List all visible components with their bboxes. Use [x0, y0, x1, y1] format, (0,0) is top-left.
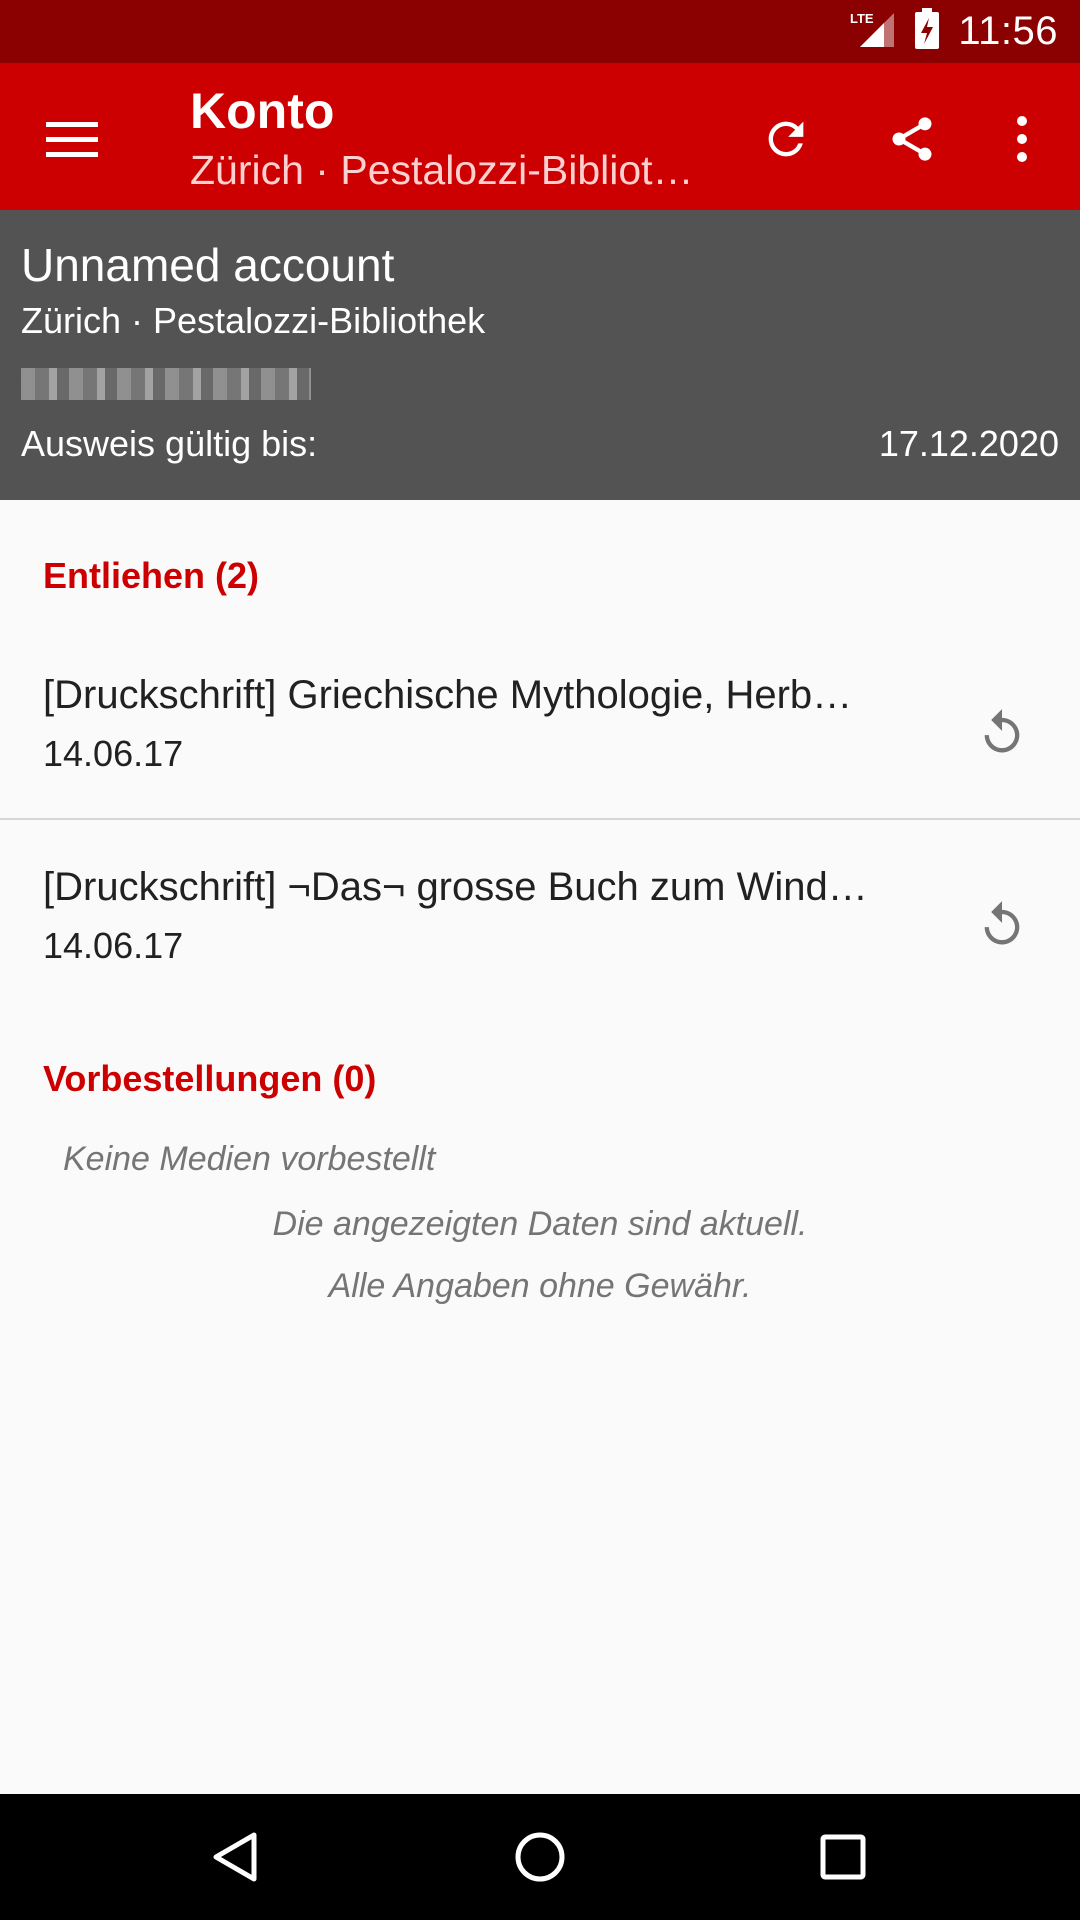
loan-due-date: 14.06.17: [43, 925, 184, 966]
renew-icon: [984, 901, 1020, 945]
renew-button[interactable]: [964, 695, 1040, 771]
account-number-blurred: [21, 368, 311, 400]
page-subtitle: Zürich · Pestalozzi-Bibliot…: [190, 147, 694, 193]
more-vert-icon: [1017, 116, 1027, 162]
system-nav-bar: [0, 1794, 1080, 1920]
renew-button[interactable]: [964, 887, 1040, 963]
lent-heading: Entliehen (2): [43, 555, 260, 596]
svg-text:LTE: LTE: [850, 11, 874, 26]
status-icons: LTE 11:56: [850, 0, 1058, 63]
status-bar: LTE 11:56: [0, 0, 1080, 63]
share-button[interactable]: [870, 97, 954, 181]
loan-title: [Druckschrift] ¬Das¬ grosse Buch zum Win…: [43, 865, 868, 909]
clock: 11:56: [958, 9, 1058, 53]
refresh-button[interactable]: [744, 97, 828, 181]
card-valid-date: 17.12.2020: [878, 423, 1059, 464]
back-icon: [213, 1832, 257, 1882]
menu-icon: [46, 122, 98, 157]
account-library: Zürich · Pestalozzi-Bibliothek: [21, 300, 486, 341]
divider: [0, 818, 1080, 820]
loan-title: [Druckschrift] Griechische Mythologie, H…: [43, 673, 853, 717]
loan-item[interactable]: [Druckschrift] ¬Das¬ grosse Buch zum Win…: [0, 827, 1080, 1017]
home-icon: [515, 1832, 565, 1882]
share-icon: [892, 117, 932, 161]
recents-button[interactable]: [803, 1817, 883, 1897]
home-button[interactable]: [500, 1817, 580, 1897]
loan-item[interactable]: [Druckschrift] Griechische Mythologie, H…: [0, 635, 1080, 825]
loan-due-date: 14.06.17: [43, 733, 184, 774]
account-name: Unnamed account: [21, 239, 395, 291]
back-button[interactable]: [196, 1817, 276, 1897]
menu-button[interactable]: [32, 99, 112, 179]
data-current-note: Die angezeigten Daten sind aktuell.: [272, 1205, 808, 1243]
toolbar-titles: Konto Zürich · Pestalozzi-Bibliot…: [190, 81, 710, 199]
no-reservations-text: Keine Medien vorbestellt: [63, 1140, 436, 1178]
renew-icon: [984, 709, 1020, 753]
account-header: Unnamed account Zürich · Pestalozzi-Bibl…: [0, 210, 1080, 500]
battery-charging-icon: [914, 8, 940, 55]
more-options-button[interactable]: [980, 97, 1064, 181]
lte-signal-icon: LTE: [850, 9, 896, 54]
card-valid-label: Ausweis gültig bis:: [21, 423, 318, 464]
page-title: Konto: [190, 83, 335, 139]
recents-icon: [820, 1834, 866, 1880]
disclaimer-note: Alle Angaben ohne Gewähr.: [328, 1267, 752, 1305]
reservations-heading: Vorbestellungen (0): [43, 1058, 377, 1099]
app-bar: Konto Zürich · Pestalozzi-Bibliot…: [0, 63, 1080, 210]
refresh-icon: [768, 121, 804, 157]
